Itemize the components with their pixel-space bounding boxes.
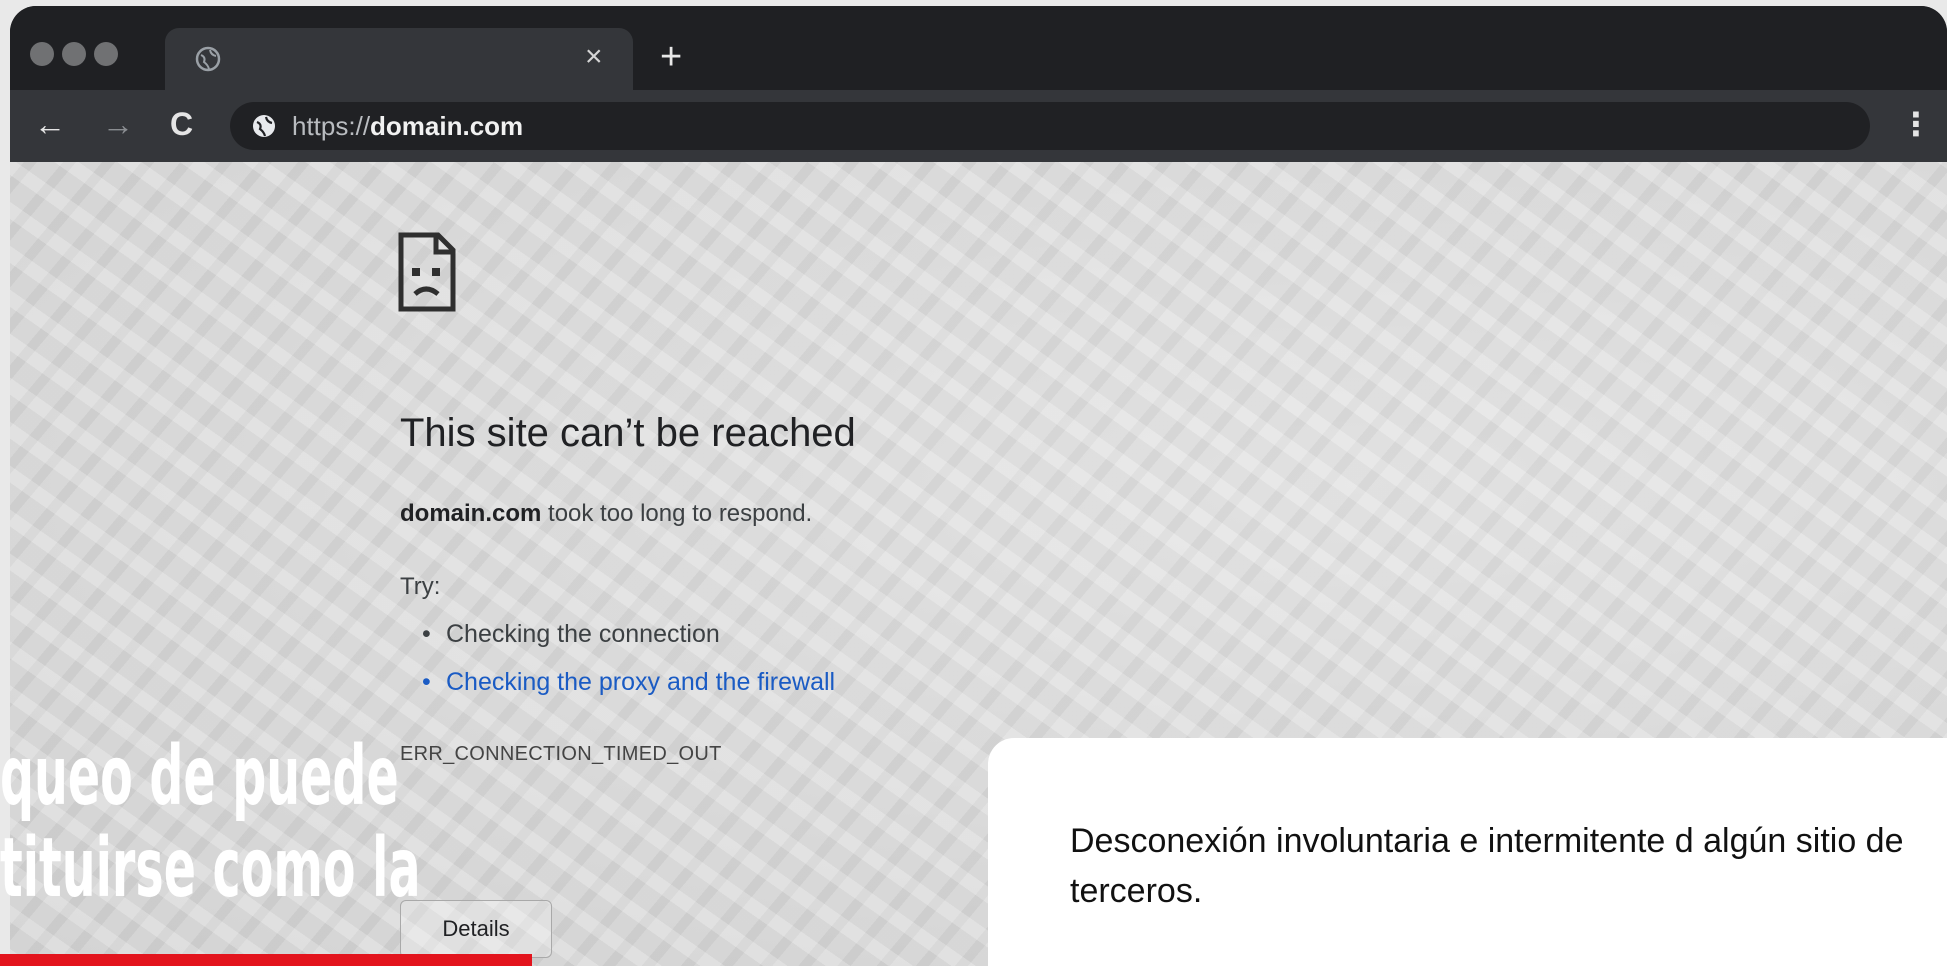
- back-button[interactable]: ←: [34, 104, 66, 144]
- url-scheme: https://: [292, 111, 371, 141]
- suggestion-text: Checking the connection: [446, 620, 720, 648]
- new-tab-button[interactable]: +: [660, 38, 682, 76]
- window-minimize-dot[interactable]: [62, 42, 86, 66]
- error-title: This site can’t be reached: [400, 411, 856, 455]
- browser-toolbar: ← → C https://domain.com ⋮: [10, 90, 1947, 162]
- url-domain: domain.com: [370, 111, 524, 141]
- headline-line-2: tituirse como la: [0, 821, 421, 916]
- browser-menu-icon[interactable]: ⋮: [1900, 108, 1932, 140]
- sad-page-icon: [398, 232, 456, 312]
- window-close-dot[interactable]: [30, 42, 54, 66]
- browser-tab[interactable]: ×: [165, 28, 633, 90]
- try-label: Try:: [400, 573, 441, 600]
- suggestion-link[interactable]: • Checking the proxy and the firewall: [422, 667, 835, 697]
- suggestion-link-text[interactable]: Checking the proxy and the firewall: [446, 668, 835, 696]
- tab-bar: × +: [10, 6, 1947, 90]
- reload-button[interactable]: C: [170, 104, 193, 144]
- caption-card: Desconexión involuntaria e intermitente …: [988, 738, 1947, 966]
- address-bar[interactable]: https://domain.com: [230, 102, 1870, 150]
- forward-button[interactable]: →: [102, 104, 134, 144]
- headline-highlight-bar: [0, 954, 532, 966]
- error-code: ERR_CONNECTION_TIMED_OUT: [400, 743, 722, 765]
- error-domain: domain.com: [400, 500, 542, 527]
- error-description: domain.com took too long to respond.: [400, 499, 812, 529]
- window-maximize-dot[interactable]: [94, 42, 118, 66]
- globe-icon: [195, 46, 221, 72]
- globe-icon: [253, 115, 275, 137]
- tab-close-icon[interactable]: ×: [585, 42, 603, 72]
- details-button[interactable]: Details: [400, 900, 552, 958]
- url-text: https://domain.com: [292, 112, 523, 140]
- error-message: took too long to respond.: [541, 500, 813, 527]
- headline-line-1: queo de puede: [0, 729, 399, 824]
- caption-text: Desconexión involuntaria e intermitente …: [1070, 822, 1904, 910]
- suggestion-item: • Checking the connection: [422, 620, 720, 648]
